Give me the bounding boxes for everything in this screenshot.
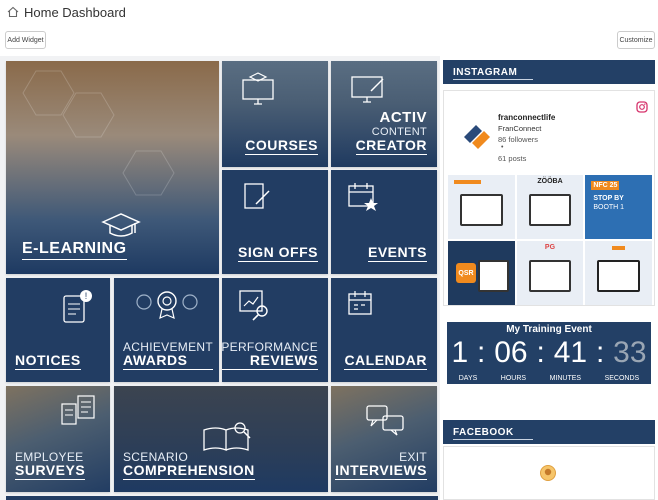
document-pen-icon [244,183,270,209]
calendar-star-icon [348,183,378,211]
countdown-seconds-label: SECONDS [604,375,640,382]
instagram-heading: INSTAGRAM [443,60,655,84]
tile-awards-label: AWARDS [123,353,213,370]
thumb-label: NFC 25 [591,181,620,190]
chat-bubbles-icon [366,405,404,436]
tile-comprehension-label: COMPREHENSION [123,462,255,480]
customize-button[interactable]: Customize [617,31,655,49]
page-header: Home Dashboard [0,0,658,24]
thumb-label: QSR [456,263,476,283]
tile-employee-surveys[interactable]: EMPLOYEE SURVEYS [6,386,110,492]
tile-achievement-awards[interactable]: ACHIEVEMENT AWARDS [114,278,219,382]
tile-elearning[interactable]: E-LEARNING [6,61,219,274]
tile-sign-offs[interactable]: SIGN OFFS [222,170,328,274]
countdown-minutes-label: MINUTES [549,375,582,382]
franconnect-logo-icon [464,125,490,149]
tile-interviews-label: INTERVIEWS [335,462,427,480]
instagram-handle[interactable]: franconnectlife [498,113,555,122]
tile-events[interactable]: EVENTS [331,170,437,274]
tile-elearning-label: E-LEARNING [22,240,127,260]
countdown-days: 1 [451,336,469,369]
facebook-panel: FACEBOOK [443,420,655,444]
countdown-separator: : [595,336,605,369]
instagram-thumb[interactable]: NFC 25 STOP BY BOOTH 1 [585,175,652,239]
tile-activ-line1: ACTIV [379,109,427,127]
countdown-separator: : [477,336,486,369]
thumb-label: STOP BY [593,195,624,202]
countdown-days-label: DAYS [458,375,478,382]
tile-activ-label: CREATOR [355,137,427,155]
instagram-panel: INSTAGRAM [443,60,655,84]
instagram-followers: 86 followers [498,135,539,144]
tile-courses-label: COURSES [245,137,318,155]
instagram-heading-text: INSTAGRAM [453,66,518,78]
instagram-thumb[interactable]: QSR [448,241,515,305]
tile-events-label: EVENTS [367,244,427,262]
tile-exit-interviews[interactable]: EXIT INTERVIEWS [331,386,437,492]
countdown-separator: : [536,336,545,369]
instagram-thumb[interactable]: PG [516,241,584,305]
page-title: Home Dashboard [24,4,126,20]
tile-sign-offs-label: SIGN OFFS [238,244,318,262]
facebook-heading: FACEBOOK [443,420,655,444]
tile-calendar-label: CALENDAR [344,352,427,370]
instagram-profile-card[interactable]: franconnectlife FranConnect 86 followers… [448,97,652,175]
survey-clipboard-icon [61,395,95,425]
countdown-hours-label: HOURS [500,375,527,382]
award-medal-icon [136,291,198,320]
monitor-pen-icon [351,76,384,103]
add-widget-button[interactable]: Add Widget [5,31,46,49]
tile-grid: E-LEARNING COURSES ACTIV CONTENT CREATOR… [0,56,440,500]
instagram-dot: • [501,144,504,151]
tile-courses[interactable]: COURSES [222,61,328,167]
facebook-heading-text: FACEBOOK [453,426,514,438]
calendar-icon [348,291,372,315]
thumb-label: BOOTH 1 [593,204,625,211]
countdown-minutes: 41 [553,336,588,369]
instagram-icon[interactable] [636,101,648,113]
thumb-label: ZÖÖBA [537,178,563,185]
tile-notices-label: NOTICES [15,352,81,370]
countdown-seconds: 33 [613,336,647,369]
facebook-avatar-icon[interactable] [540,465,556,481]
instagram-thumbnails: ZÖÖBA NFC 25 STOP BY BOOTH 1 QSR PG [448,175,652,305]
instagram-thumb[interactable] [448,175,515,239]
tile-notices[interactable]: ! NOTICES [6,278,110,382]
training-event-countdown: My Training Event 1 : 06 : 41 : 33 DAYS … [447,322,651,384]
instagram-thumb[interactable]: ZÖÖBA [516,175,584,239]
tile-reviews-label: REVIEWS [222,353,318,370]
tile-calendar[interactable]: CALENDAR [331,278,437,382]
countdown-hours: 06 [494,336,528,369]
tile-scenario-comprehension[interactable]: SCENARIO COMPREHENSION [114,386,328,492]
instagram-widget: franconnectlife FranConnect 86 followers… [443,90,655,306]
tile-surveys-label: SURVEYS [15,462,86,480]
chart-magnifier-icon [239,290,268,321]
next-row-tile-edge [6,496,438,500]
instagram-name: FranConnect [498,124,542,133]
graduation-cap-icon [101,213,141,237]
book-magnifier-icon [203,422,251,451]
training-event-title: My Training Event [506,324,592,335]
instagram-posts: 61 posts [498,154,527,163]
instagram-thumb[interactable] [585,241,652,305]
svg-text:!: ! [85,291,88,301]
home-icon[interactable] [7,6,19,18]
facebook-widget [443,446,655,500]
notice-scroll-icon: ! [63,290,92,323]
tile-activ-content-creator[interactable]: ACTIV CONTENT CREATOR [331,61,437,167]
monitor-cap-icon [242,72,274,105]
thumb-label: PG [544,244,556,251]
tile-performance-reviews[interactable]: PERFORMANCE REVIEWS [222,278,328,382]
